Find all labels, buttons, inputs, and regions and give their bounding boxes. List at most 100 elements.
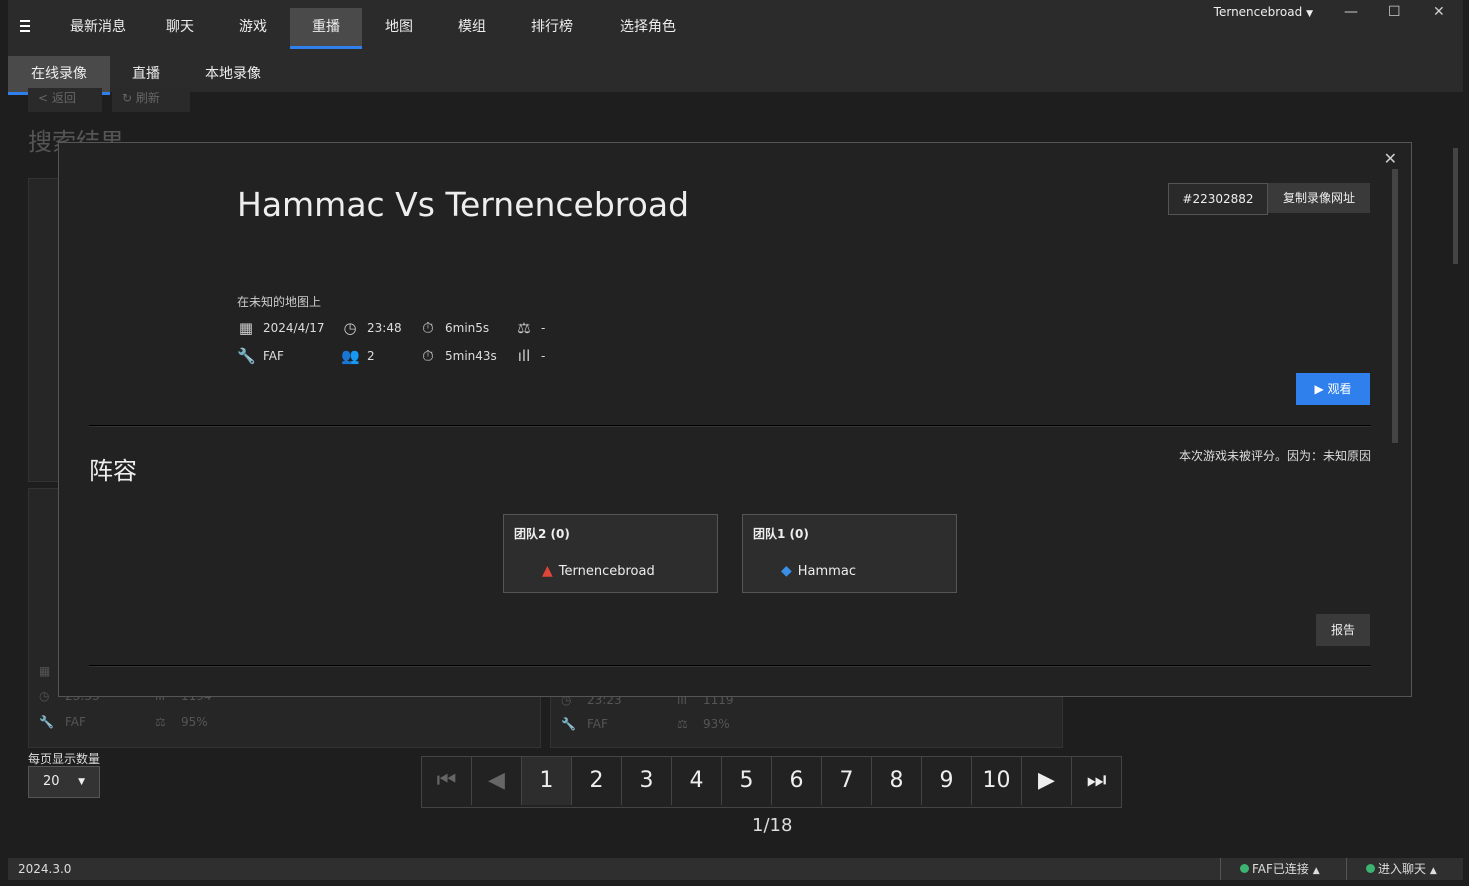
per-page-select[interactable]: 20 ▼ [28,766,100,798]
status-dot-icon [1366,864,1375,873]
mod-info: 🔧 FAF [237,347,284,365]
last-page-icon[interactable]: ⏭ [1072,757,1121,805]
close-window-icon[interactable]: ✕ [1433,4,1445,20]
status-dot-icon [1240,864,1249,873]
people-icon: 👥 [341,347,360,365]
chevron-left-icon: < [38,91,49,105]
card-quality: 95% [181,715,208,729]
faf-status-label: FAF已连接 [1252,862,1309,876]
tab-news[interactable]: 最新消息 [62,8,134,46]
balance-value: - [541,321,546,335]
menu-icon[interactable] [20,20,30,35]
faf-connection-status[interactable]: FAF已连接 ▲ [1240,858,1320,882]
balance-icon: ⚖ [677,717,688,731]
calendar-icon: ▦ [39,664,51,678]
per-page-label: 每页显示数量 [28,752,101,766]
wrench-icon: 🔧 [561,717,576,731]
team-name: 团队1 (0) [753,527,809,541]
date-value: 2024/4/17 [263,321,325,335]
previous-page-icon[interactable]: ◀ [472,757,522,805]
page-button[interactable]: 10 [972,757,1022,805]
faction-uef-icon: ◆ [781,563,792,579]
tab-leaderboards[interactable]: 排行榜 [516,8,588,46]
pagination: ⏮ ◀ 1 2 3 4 5 6 7 8 9 10 ▶ ⏭ [421,756,1122,808]
subtab-local-replays[interactable]: 本地录像 [205,56,261,92]
team-card: 团队1 (0) ◆ Hammac [742,514,957,593]
watch-button[interactable]: ▶ 观看 [1296,373,1370,405]
version-label: 2024.3.0 [18,862,72,876]
real-duration-value: 5min43s [445,349,497,363]
divider [1220,858,1221,880]
clock-icon: ◷ [343,319,357,337]
card-quality: 93% [703,717,730,731]
tab-chat[interactable]: 聊天 [152,8,208,46]
calendar-icon: ▦ [238,319,254,337]
player-name: Ternencebroad [558,563,655,579]
stopwatch-icon: ⏱ [422,347,434,365]
replay-id[interactable]: #22302882 [1168,183,1268,215]
chevron-down-icon: ▼ [1306,9,1313,19]
page-button[interactable]: 8 [872,757,922,805]
tab-mods[interactable]: 模组 [444,8,500,46]
user-menu[interactable]: Ternencebroad ▼ [1214,5,1313,19]
date-info: ▦ 2024/4/17 [237,319,325,337]
divider [89,425,1371,427]
status-bar: 2024.3.0 FAF已连接 ▲ 进入聊天 ▲ [8,858,1463,880]
watch-label: 观看 [1327,382,1352,396]
tab-replays[interactable]: 重播 [290,8,362,49]
subtab-live[interactable]: 直播 [132,56,160,92]
refresh-button[interactable]: ↻ 刷新 [112,88,190,112]
balance-info: ⚖ - [515,319,545,337]
replay-subtabs: 在线录像 直播 本地录像 [8,52,1463,95]
next-page-icon[interactable]: ▶ [1022,757,1072,805]
username: Ternencebroad [1213,5,1303,19]
duration-value: 6min5s [445,321,490,335]
divider [1346,858,1347,880]
dialog-scrollbar[interactable] [1392,169,1398,443]
refresh-icon: ↻ [122,91,133,105]
player-entry[interactable]: ◆ Hammac [781,563,856,579]
replay-card[interactable] [28,178,60,482]
clock-icon: ◷ [39,689,50,703]
duration-info: ⏱ 6min5s [419,319,489,337]
card-mod: FAF [65,715,86,729]
divider [89,665,1371,667]
player-entry[interactable]: ▲ Ternencebroad [542,563,655,579]
balance-icon: ⚖ [517,319,531,337]
maximize-icon[interactable]: ☐ [1388,4,1401,20]
report-button[interactable]: 报告 [1316,614,1370,646]
tab-select-character[interactable]: 选择角色 [608,8,688,46]
time-info: ◷ 23:48 [341,319,402,337]
team-card: 团队2 (0) ▲ Ternencebroad [503,514,718,593]
time-value: 23:48 [367,321,402,335]
top-navigation-bar: 最新消息 聊天 游戏 重播 地图 模组 排行榜 选择角色 Ternencebro… [8,0,1463,52]
chat-connection-status[interactable]: 进入聊天 ▲ [1366,858,1437,882]
players-value: 2 [367,349,375,363]
mod-value: FAF [263,349,284,363]
page-button[interactable]: 1 [522,757,572,805]
replay-card[interactable]: ◷ 23:23 ıll 1119 🔧 FAF ⚖ 93% [550,690,1063,748]
wrench-icon: 🔧 [39,715,54,729]
balance-icon: ⚖ [155,715,166,729]
player-name: Hammac [797,563,856,579]
replay-detail-dialog: ✕ Hammac Vs Ternencebroad #22302882 复制录像… [58,142,1412,697]
page-scrollbar[interactable] [1453,148,1458,264]
page-button[interactable]: 5 [722,757,772,805]
minimize-icon[interactable]: — [1344,4,1358,20]
close-icon[interactable]: ✕ [1384,149,1397,168]
page-button[interactable]: 7 [822,757,872,805]
page-button[interactable]: 6 [772,757,822,805]
players-info: 👥 2 [341,347,375,365]
back-button[interactable]: < 返回 [28,88,102,112]
first-page-icon[interactable]: ⏮ [422,757,472,805]
chevron-up-icon: ▲ [1429,866,1437,876]
page-counter: 1/18 [752,815,793,836]
page-button[interactable]: 4 [672,757,722,805]
tab-maps[interactable]: 地图 [371,8,427,46]
page-button[interactable]: 9 [922,757,972,805]
back-label: 返回 [51,91,76,105]
tab-games[interactable]: 游戏 [225,8,281,46]
page-button[interactable]: 3 [622,757,672,805]
copy-url-button[interactable]: 复制录像网址 [1268,183,1370,213]
page-button[interactable]: 2 [572,757,622,805]
